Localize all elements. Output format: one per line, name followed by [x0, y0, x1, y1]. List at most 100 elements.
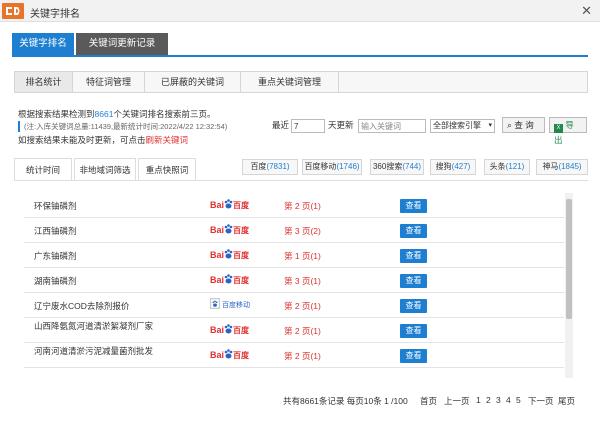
refresh-hint: 如搜索结果未能及时更新，可点击 [18, 135, 146, 145]
tab-non-region[interactable]: 非地域词筛选 [74, 158, 136, 180]
engine-filter-toutiao[interactable]: 头条(121) [484, 159, 530, 175]
close-icon[interactable]: ✕ [581, 3, 592, 19]
list-item: 山西降氨氮河道清淤絮凝剂厂家 Bai 百度 第 2 页(1) 查看 [24, 318, 564, 343]
logo-text: 百度移动 [221, 302, 250, 309]
baidu-logo-icon: Bai 百度 [210, 323, 249, 337]
logo-text: Bai [210, 200, 225, 210]
tab-key-keywords[interactable]: 重点关键词管理 [241, 72, 339, 92]
logo-text: 百度 [233, 226, 250, 235]
tab-blocked-keywords[interactable]: 已屏蔽的关键词 [145, 72, 241, 92]
baidu-logo-icon: Bai 百度 [210, 273, 249, 287]
keyword: 河南河道清淤污泥减量菌剂批发 [34, 346, 154, 356]
summary-line-3: 如搜索结果未能及时更新，可点击刷新关键词 [18, 134, 188, 146]
tab-keyword-update-log[interactable]: 关键词更新记录 [76, 33, 168, 55]
view-button[interactable]: 查看 [400, 299, 427, 313]
engine-filter-baidu-mobile[interactable]: 百度移动(1746) [302, 159, 362, 175]
keyword: 山西降氨氮河道清淤絮凝剂厂家 [34, 321, 154, 331]
last-page-link[interactable]: 尾页 [558, 395, 575, 407]
tab-keyword-rank[interactable]: 关键字排名 [12, 33, 74, 55]
baidu-logo-icon: Bai 百度 [210, 248, 249, 262]
first-page-link[interactable]: 首页 [420, 395, 437, 407]
keyword: 湖南铀磷剂 [34, 276, 77, 286]
keyword: 环保铀磷剂 [34, 201, 77, 211]
keyword: 江西铀磷剂 [34, 226, 77, 236]
view-button[interactable]: 查看 [400, 274, 427, 288]
keyword: 广东铀磷剂 [34, 251, 77, 261]
logo-text: Bai [210, 225, 225, 235]
page-3[interactable]: 3 [496, 395, 501, 407]
view-button[interactable]: 查看 [400, 324, 427, 338]
engine-filter-baidu[interactable]: 百度(7831) [242, 159, 298, 175]
title-bar: 关键字排名 ✕ [0, 0, 600, 22]
engine-count: (427) [451, 162, 471, 171]
logo-text: 百度 [233, 326, 250, 335]
window-title: 关键字排名 [30, 9, 80, 20]
rank-page: 第 2 页(1) [284, 301, 321, 311]
engine-count: (1845) [558, 162, 582, 171]
page-4[interactable]: 4 [506, 395, 511, 407]
summary-suffix: 个关键词排名搜索前三页。 [113, 109, 216, 119]
summary-line-1: 根据搜索结果检测到8661个关键词排名搜索前三页。 [18, 108, 215, 120]
engine-filter-360[interactable]: 360搜索(744) [370, 159, 424, 175]
baidu-logo-icon: Bai 百度 [210, 348, 249, 362]
engine-name: 神马 [542, 162, 559, 171]
next-page-link[interactable]: 下一页 [528, 395, 554, 407]
view-button[interactable]: 查看 [400, 349, 427, 363]
rank-page: 第 1 页(1) [284, 251, 321, 261]
tab-rank-stats[interactable]: 排名统计 [15, 72, 73, 92]
prev-page-link[interactable]: 上一页 [444, 395, 470, 407]
page-1[interactable]: 1 [476, 395, 481, 407]
logo-text: Bai [210, 325, 225, 335]
engine-select[interactable]: 全部搜索引擎 ▾ [430, 119, 495, 133]
engine-filter-shenma[interactable]: 神马(1845) [536, 159, 588, 175]
view-button[interactable]: 查看 [400, 249, 427, 263]
keyword-search-input[interactable] [358, 119, 426, 133]
tab-stat-time[interactable]: 统计时间 [14, 158, 72, 180]
query-button-label: 查 询 [514, 120, 534, 130]
app-logo-icon [2, 3, 24, 19]
result-list: 环保铀磷剂 Bai 百度 第 2 页(1) 查看 江西铀磷剂 Bai 百度 第 3 … [24, 193, 564, 378]
pagination-summary: 共有8661条记录 每页10条 1 /100 [283, 396, 408, 406]
chevron-down-icon: ▾ [488, 122, 492, 129]
sub-tabs: 排名统计 特征词管理 已屏蔽的关键词 重点关键词管理 [14, 71, 588, 93]
tab-key-snapshot[interactable]: 重点快照词 [138, 158, 196, 180]
engine-count: (1746) [336, 162, 360, 171]
logo-text: Bai [210, 275, 225, 285]
engine-name: 百度 [250, 162, 267, 171]
view-button[interactable]: 查看 [400, 199, 427, 213]
engine-filter-sogou[interactable]: 搜狗(427) [430, 159, 476, 175]
recent-label: 最近 [272, 120, 290, 130]
rank-page: 第 3 页(1) [284, 276, 321, 286]
list-item: 辽宁废水COD去除剂报价 百度移动 第 2 页(1) 查看 [24, 293, 564, 318]
list-item: 广东铀磷剂 Bai 百度 第 1 页(1) 查看 [24, 243, 564, 268]
page-2[interactable]: 2 [486, 395, 491, 407]
logo-text: Bai [210, 250, 225, 260]
engine-name: 360搜索 [372, 162, 403, 171]
refresh-keywords-link[interactable]: 刷新关键词 [146, 135, 189, 145]
stat-tabs-underline [14, 180, 588, 181]
query-button[interactable]: ⌕ 查 询 [502, 117, 545, 133]
engine-name: 搜狗 [435, 162, 452, 171]
scrollbar-thumb[interactable] [566, 199, 572, 319]
logo-text: Bai [210, 350, 225, 360]
days-input[interactable] [291, 119, 325, 133]
tab-feature-words[interactable]: 特征词管理 [73, 72, 145, 92]
engine-select-value: 全部搜索引擎 [433, 121, 481, 130]
list-item: 河南河道清淤污泥减量菌剂批发 Bai 百度 第 2 页(1) 查看 [24, 343, 564, 368]
excel-icon: X [554, 124, 563, 133]
rank-page: 第 2 页(1) [284, 326, 321, 336]
logo-text: 百度 [233, 276, 250, 285]
logo-text: 百度 [233, 251, 250, 260]
logo-text: 百度 [233, 351, 250, 360]
view-button[interactable]: 查看 [400, 224, 427, 238]
engine-count: (121) [505, 162, 525, 171]
keyword-count: 8661 [94, 109, 114, 119]
page-5[interactable]: 5 [516, 395, 521, 407]
engine-count: (744) [402, 162, 422, 171]
search-icon: ⌕ [507, 120, 513, 130]
list-item: 环保铀磷剂 Bai 百度 第 2 页(1) 查看 [24, 193, 564, 218]
list-item: 江西铀磷剂 Bai 百度 第 3 页(2) 查看 [24, 218, 564, 243]
rank-page: 第 3 页(2) [284, 226, 321, 236]
days-suffix: 天更新 [328, 120, 354, 130]
export-button[interactable]: X 导出 [549, 117, 587, 145]
